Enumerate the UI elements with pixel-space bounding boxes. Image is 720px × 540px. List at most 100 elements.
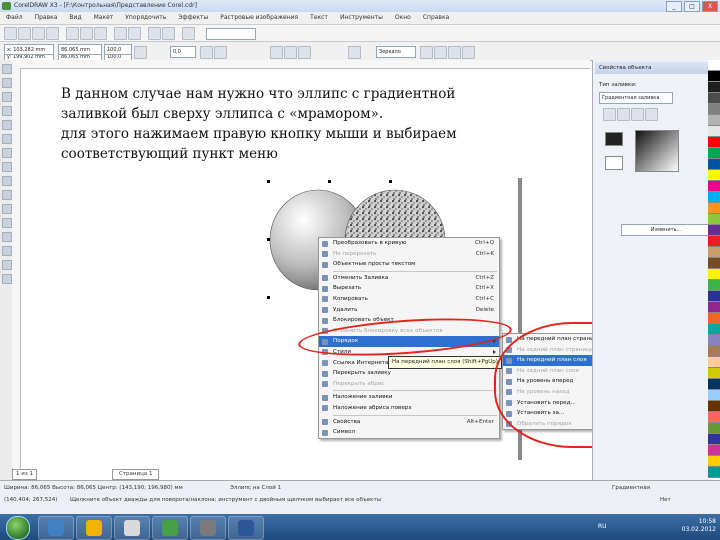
palette-swatch[interactable] (708, 236, 720, 247)
palette-swatch[interactable] (708, 269, 720, 280)
palette-swatch[interactable] (708, 258, 720, 269)
menu-bitmaps[interactable]: Растровые изображения (214, 12, 304, 24)
print-icon[interactable] (46, 27, 59, 40)
taskbar-app[interactable] (38, 516, 74, 540)
context-menu-item[interactable]: Объектные просты текстом (319, 259, 499, 270)
mirror-v-icon[interactable] (214, 46, 227, 59)
context-menu-item[interactable]: Символ (319, 427, 499, 438)
menu-edit[interactable]: Правка (29, 12, 64, 24)
angle-field[interactable]: 0,0 (170, 46, 196, 58)
wrap-text-icon[interactable] (420, 46, 433, 59)
palette-swatch[interactable] (708, 104, 720, 115)
interactive-blend-icon[interactable] (2, 218, 12, 228)
zoom-level-field[interactable] (206, 28, 256, 40)
menu-layout[interactable]: Макет (88, 12, 120, 24)
palette-swatch[interactable] (708, 379, 720, 390)
language-indicator[interactable]: RU (598, 523, 607, 530)
pick-tool-icon[interactable] (2, 64, 12, 74)
interactive-fill-icon[interactable] (2, 274, 12, 284)
palette-swatch[interactable] (708, 423, 720, 434)
fill-tool-icon[interactable] (2, 260, 12, 270)
palette-swatch[interactable] (708, 280, 720, 291)
outline-tool-icon[interactable] (2, 246, 12, 256)
taskbar-coreldraw[interactable] (152, 516, 188, 540)
palette-swatch[interactable] (708, 181, 720, 192)
context-menu-item[interactable]: Свойства Alt+Enter (319, 417, 499, 428)
shape-tool-icon[interactable] (2, 78, 12, 88)
ellipse-mode-icon[interactable] (270, 46, 283, 59)
palette-swatch[interactable] (708, 115, 720, 126)
menu-effects[interactable]: Эффекты (172, 12, 214, 24)
menu-tools[interactable]: Инструменты (334, 12, 389, 24)
arc-mode-icon[interactable] (298, 46, 311, 59)
palette-swatch[interactable] (708, 82, 720, 93)
selection-handle[interactable] (267, 180, 270, 183)
selection-handle[interactable] (267, 296, 270, 299)
polygon-tool-icon[interactable] (2, 176, 12, 186)
mirror-h-icon[interactable] (200, 46, 213, 59)
taskbar-app[interactable] (190, 516, 226, 540)
new-icon[interactable] (4, 27, 17, 40)
palette-swatch[interactable] (708, 302, 720, 313)
palette-swatch[interactable] (708, 148, 720, 159)
cut-icon[interactable] (66, 27, 79, 40)
palette-swatch[interactable] (708, 203, 720, 214)
edit-fill-button[interactable]: Изменить... (621, 224, 709, 236)
palette-swatch[interactable] (708, 434, 720, 445)
menu-help[interactable]: Справка (417, 12, 455, 24)
mirror-dropdown[interactable]: Зеркало (376, 46, 416, 58)
rectangle-tool-icon[interactable] (2, 148, 12, 158)
paste-icon[interactable] (94, 27, 107, 40)
menu-file[interactable]: Файл (0, 12, 29, 24)
crop-tool-icon[interactable] (2, 92, 12, 102)
context-menu-item[interactable]: Отменить Заливка Ctrl+Z (319, 273, 499, 284)
fill-type-dropdown[interactable]: Градиентная заливка (599, 92, 673, 104)
taskbar-word[interactable] (228, 516, 264, 540)
palette-swatch[interactable] (708, 225, 720, 236)
palette-swatch[interactable] (708, 170, 720, 181)
convert-to-curves-icon[interactable] (462, 46, 475, 59)
selection-handle[interactable] (328, 180, 331, 183)
zoom-tool-icon[interactable] (2, 106, 12, 116)
palette-swatch[interactable] (708, 137, 720, 148)
palette-swatch[interactable] (708, 93, 720, 104)
context-menu-item[interactable]: Наложение абриса поверх (319, 403, 499, 414)
import-icon[interactable] (148, 27, 161, 40)
start-color-swatch[interactable] (605, 132, 623, 146)
palette-swatch[interactable] (708, 71, 720, 82)
selection-handle[interactable] (267, 238, 270, 241)
context-menu-item[interactable]: Наложение заливки (319, 392, 499, 403)
linear-gradient-icon[interactable] (603, 108, 616, 121)
app-launcher-icon[interactable] (182, 27, 195, 40)
outline-width-icon[interactable] (348, 46, 361, 59)
page-tab[interactable]: Страница 1 (112, 469, 160, 480)
save-icon[interactable] (32, 27, 45, 40)
palette-swatch[interactable] (708, 401, 720, 412)
palette-swatch[interactable] (708, 357, 720, 368)
palette-swatch[interactable] (708, 335, 720, 346)
menu-view[interactable]: Вид (63, 12, 87, 24)
to-back-icon[interactable] (448, 46, 461, 59)
selection-handle[interactable] (389, 180, 392, 183)
system-clock[interactable]: 10:58 03.02.2012 (682, 518, 716, 534)
eyedropper-icon[interactable] (2, 232, 12, 242)
undo-icon[interactable] (114, 27, 127, 40)
redo-icon[interactable] (128, 27, 141, 40)
context-menu-item[interactable]: Перекрыть заливку (319, 368, 499, 379)
context-menu-item[interactable]: Копировать Ctrl+C (319, 294, 499, 305)
taskbar-app[interactable] (114, 516, 150, 540)
page-counter[interactable]: 1 из 1 (12, 469, 37, 480)
open-icon[interactable] (18, 27, 31, 40)
minimize-button[interactable]: _ (666, 1, 682, 12)
ellipse-tool-icon[interactable] (2, 162, 12, 172)
smart-fill-icon[interactable] (2, 134, 12, 144)
close-button[interactable]: X (702, 1, 718, 12)
palette-swatch[interactable] (708, 60, 720, 71)
menu-arrange[interactable]: Упорядочить (119, 12, 172, 24)
conical-gradient-icon[interactable] (631, 108, 644, 121)
palette-swatch[interactable] (708, 126, 720, 137)
maximize-button[interactable]: □ (684, 1, 700, 12)
palette-swatch[interactable] (708, 214, 720, 225)
palette-swatch[interactable] (708, 324, 720, 335)
palette-swatch[interactable] (708, 456, 720, 467)
